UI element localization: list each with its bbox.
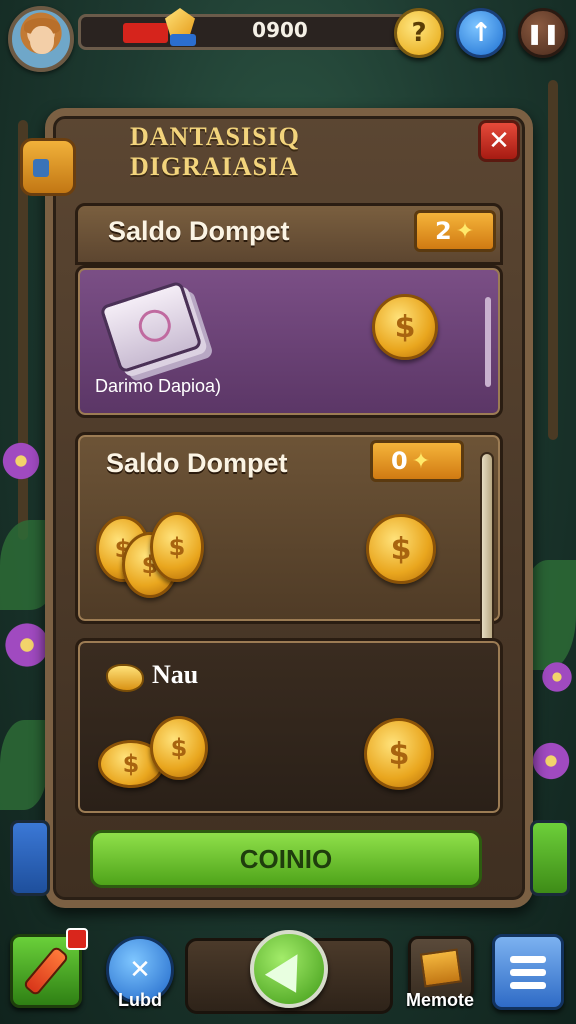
background-vine [548, 80, 558, 440]
chest-icon [419, 948, 463, 988]
menu-icon-line [510, 968, 546, 976]
side-tab-right[interactable] [530, 820, 570, 896]
coin-icon: $ [366, 514, 436, 584]
section-title: Nau [152, 660, 199, 689]
wallet-card[interactable] [75, 638, 503, 816]
scrollbar[interactable] [485, 297, 491, 387]
badge-value: 2 [435, 217, 452, 245]
card-caption: Darimo Dapioa) [95, 376, 222, 396]
coin-icon: $ [372, 294, 438, 360]
menu-icon-line [510, 981, 546, 989]
count-badge: 0 ✦ [370, 440, 464, 482]
coin-icon: $ [364, 718, 434, 790]
potion-icon [22, 945, 70, 997]
section-title: Saldo Dompet [106, 448, 288, 478]
coin-icon: $ [150, 716, 208, 780]
backpack-icon[interactable] [20, 138, 76, 196]
background-flower [530, 740, 572, 782]
close-button[interactable]: ✕ [478, 120, 520, 162]
chest-button-label: Memote [406, 990, 475, 1010]
close-icon: ✕ [488, 126, 510, 156]
menu-icon [510, 955, 546, 963]
score-counter: 0900 [252, 18, 308, 42]
badge-value: 0 [391, 447, 408, 475]
help-button[interactable]: ? [394, 8, 444, 58]
dialog-title: DANTASISIQ DIGRAIASIA [130, 122, 300, 181]
avatar-icon [30, 26, 54, 54]
menu-button[interactable] [492, 934, 564, 1010]
pause-button[interactable]: ❚❚ [518, 8, 568, 58]
count-badge: 2 ✦ [414, 210, 496, 252]
arrow-up-icon: ↑ [470, 18, 492, 48]
side-tab-left[interactable] [10, 820, 50, 896]
arrow-icon [264, 945, 314, 993]
upgrade-button[interactable]: ↑ [456, 8, 506, 58]
background-flower [540, 660, 574, 694]
sparkle-icon: ✦ [411, 448, 431, 474]
gem-icon-base [170, 34, 196, 46]
help-icon: ? [411, 18, 427, 48]
coin-icon: $ [150, 512, 204, 582]
play-button[interactable] [250, 930, 328, 1008]
health-bar-fill [123, 23, 168, 43]
sparkle-icon: ✦ [455, 218, 475, 244]
gold-nugget-icon [106, 664, 144, 692]
section-title: Saldo Dompet [108, 216, 290, 246]
background-leaf [0, 720, 48, 810]
background-flower [0, 440, 42, 482]
globe-icon: ✕ [129, 955, 151, 985]
player-avatar[interactable] [8, 6, 74, 72]
pause-icon: ❚❚ [526, 21, 560, 45]
globe-button-label: Lubd [118, 990, 162, 1010]
notification-badge [66, 928, 88, 950]
confirm-button[interactable]: COINIO [90, 830, 482, 888]
